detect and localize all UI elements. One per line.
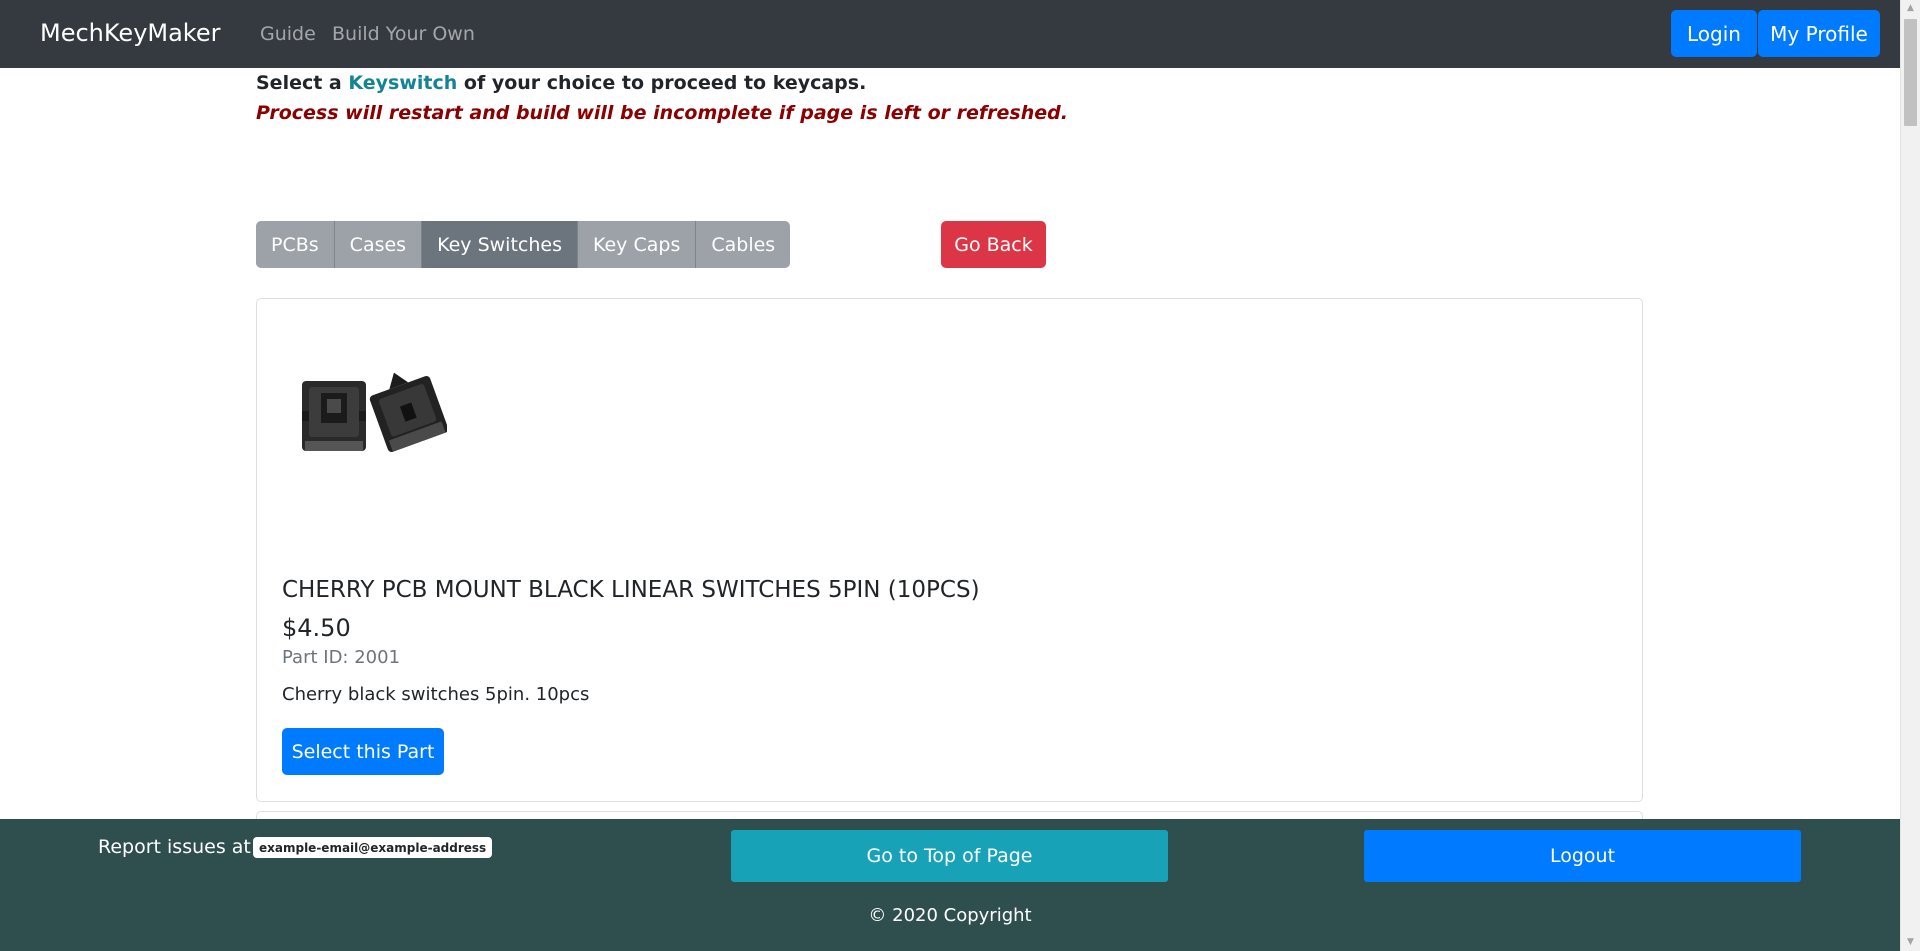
- instruction-suffix: of your choice to proceed to keycaps.: [457, 72, 867, 94]
- product-card: CHERRY PCB MOUNT BLACK LINEAR SWITCHES 5…: [256, 298, 1643, 802]
- nav-link-build-your-own[interactable]: Build Your Own: [332, 23, 475, 45]
- instruction-text: Select a Keyswitch of your choice to pro…: [256, 72, 866, 94]
- tab-key-caps[interactable]: Key Caps: [577, 221, 697, 268]
- product-description: Cherry black switches 5pin. 10pcs: [282, 684, 590, 705]
- product-part-id: Part ID: 2001: [282, 647, 401, 668]
- tab-pcbs[interactable]: PCBs: [256, 221, 335, 268]
- copyright-text: © 2020 Copyright: [868, 905, 1032, 926]
- tab-cables[interactable]: Cables: [696, 221, 791, 268]
- product-price: $4.50: [282, 614, 351, 642]
- instruction-keyswitch: Keyswitch: [348, 72, 458, 94]
- product-title: CHERRY PCB MOUNT BLACK LINEAR SWITCHES 5…: [282, 577, 980, 603]
- report-email-badge: example-email@example-address: [253, 837, 493, 858]
- page-scrollbar[interactable]: ▲ ▼: [1900, 0, 1920, 951]
- top-navbar: MechKeyMaker Guide Build Your Own Login …: [0, 0, 1900, 68]
- logout-button[interactable]: Logout: [1364, 830, 1801, 882]
- keyswitch-image: [302, 372, 447, 453]
- category-tabs: PCBs Cases Key Switches Key Caps Cables: [256, 221, 791, 268]
- page-footer: Report issues at example-email@example-a…: [0, 819, 1900, 951]
- go-to-top-button[interactable]: Go to Top of Page: [731, 830, 1168, 882]
- scroll-down-arrow-icon[interactable]: ▼: [1901, 934, 1920, 951]
- go-back-button[interactable]: Go Back: [941, 221, 1046, 268]
- instruction-prefix: Select a: [256, 72, 349, 94]
- my-profile-button[interactable]: My Profile: [1758, 10, 1880, 57]
- nav-link-guide[interactable]: Guide: [260, 23, 316, 45]
- scroll-up-arrow-icon[interactable]: ▲: [1901, 0, 1920, 17]
- scrollbar-thumb[interactable]: [1904, 19, 1917, 126]
- brand-logo[interactable]: MechKeyMaker: [40, 19, 220, 47]
- tab-cases[interactable]: Cases: [334, 221, 423, 268]
- login-button[interactable]: Login: [1671, 10, 1757, 57]
- refresh-warning: Process will restart and build will be i…: [256, 102, 1068, 124]
- report-issues-label: Report issues at: [98, 836, 251, 858]
- tab-key-switches[interactable]: Key Switches: [422, 221, 578, 268]
- select-part-button[interactable]: Select this Part: [282, 728, 444, 775]
